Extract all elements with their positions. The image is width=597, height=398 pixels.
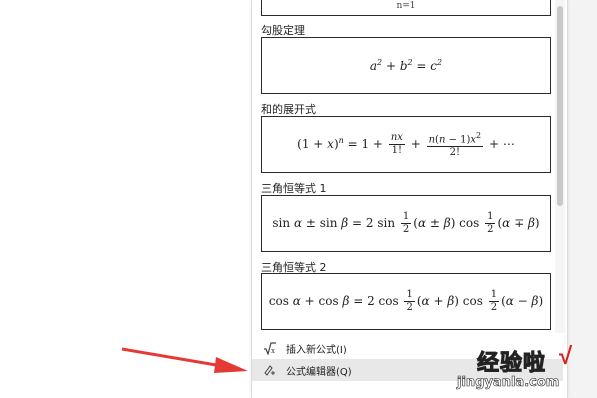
formula-card-binomial[interactable]: (1 + x)n = 1 + nx 1! + n(n − 1)x2 2! + ⋯	[261, 116, 551, 173]
scrollbar-thumb[interactable]	[557, 6, 563, 206]
equation-gallery-dropdown: n=1 勾股定理 a2 + b2 = c2 和的展开式 (1 + x)n = 1…	[251, 0, 568, 398]
watermark-brand: 经验啦	[476, 351, 547, 377]
red-arrow-annotation	[121, 347, 248, 373]
equation-editor-label: 公式编辑器(Q)	[286, 366, 352, 378]
formula-card-partial[interactable]: n=1	[261, 0, 551, 16]
formula-trig-2: cos α + cos β = 2 cos 1 2 (α + β) cos 1 2 (α…	[268, 289, 544, 313]
formula-card-trig-2[interactable]: cos α + cos β = 2 cos 1 2 (α + β) cos 1 2 (α…	[261, 273, 551, 330]
formula-pythagorean: a2 + b2 = c2	[369, 58, 443, 73]
formula-title-trig-1: 三角恒等式 1	[261, 182, 327, 195]
formula-fragment: n=1	[396, 1, 416, 11]
formula-card-trig-1[interactable]: sin α ± sin β = 2 sin 1 2 (α ± β) cos 1 2 (α…	[261, 195, 551, 252]
formula-card-pythagorean[interactable]: a2 + b2 = c2	[261, 37, 551, 94]
equation-icon: x	[262, 340, 278, 356]
formula-trig-1: sin α ± sin β = 2 sin 1 2 (α ± β) cos 1 2 (α…	[272, 211, 540, 235]
formula-title-binomial: 和的展开式	[261, 103, 316, 116]
right-edge-strip	[568, 0, 597, 398]
insert-new-equation-label: 插入新公式(I)	[286, 344, 347, 356]
svg-text:x: x	[271, 347, 275, 355]
formula-title-pythagorean: 勾股定理	[261, 24, 305, 37]
watermark-logo: 经验啦 √ jingyanla.com	[455, 343, 595, 395]
formula-binomial: (1 + x)n = 1 + nx 1! + n(n − 1)x2 2! + ⋯	[297, 130, 515, 159]
watermark-url: jingyanla.com	[457, 375, 560, 391]
watermark-check-icon: √	[559, 343, 573, 370]
equation-editor-icon	[262, 362, 278, 378]
